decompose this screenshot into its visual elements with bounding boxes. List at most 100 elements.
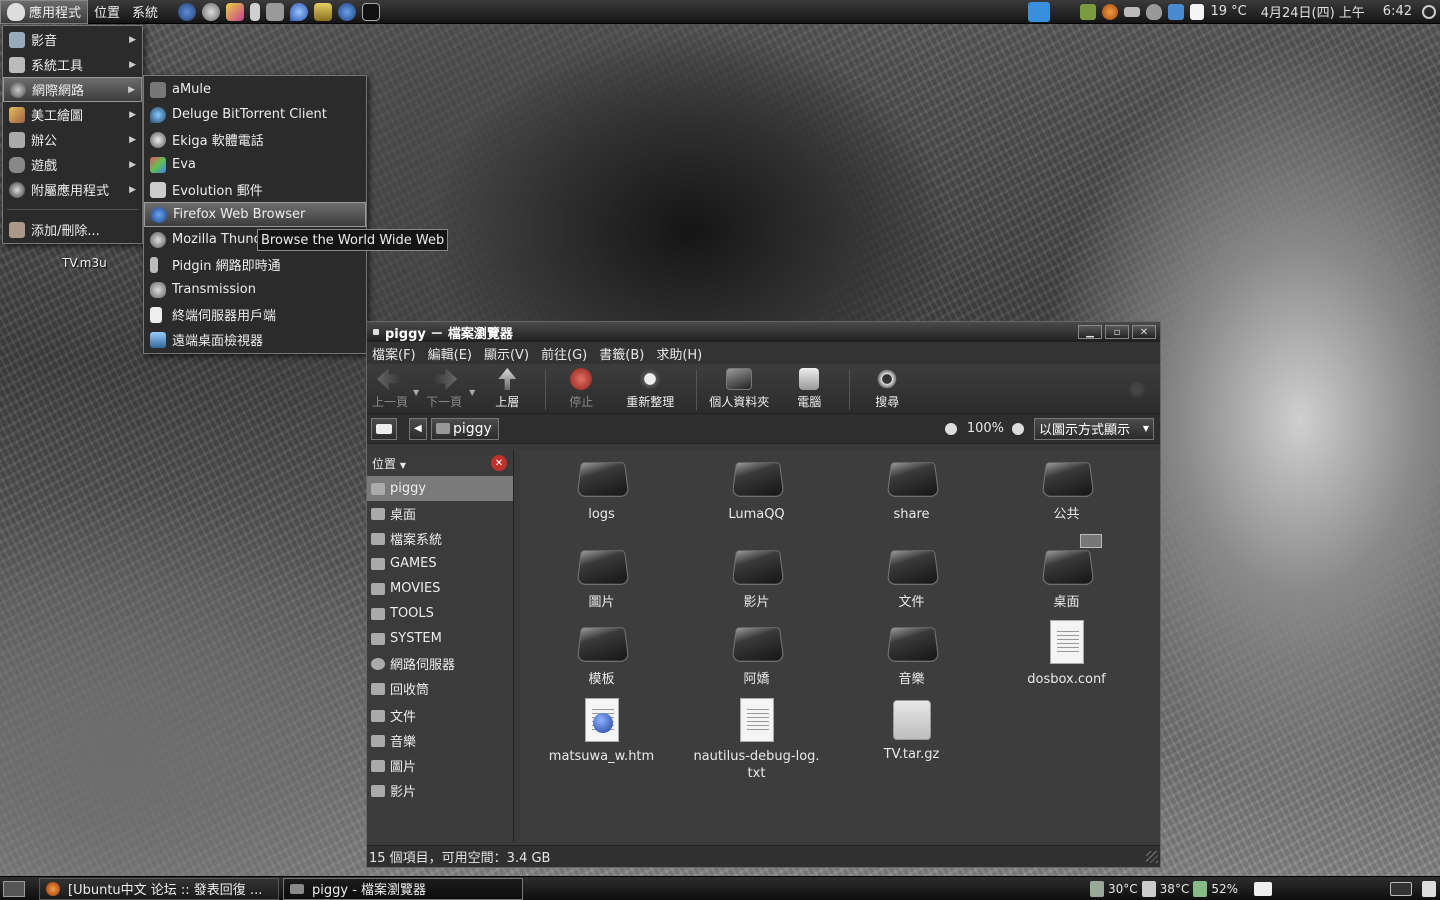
zoom-out-icon[interactable] [944,422,957,435]
forward-button[interactable]: 下一頁 [419,368,469,410]
menu-item-firefox[interactable]: Firefox Web Browser [144,202,366,227]
computer-button[interactable]: 電腦 [775,368,843,410]
menu-item-terminal-server-client[interactable]: 終端伺服器用戶端 [144,302,366,327]
help-icon[interactable] [338,2,357,21]
notes-icon[interactable] [250,2,261,21]
up-button[interactable]: 上層 [475,368,539,410]
file-item[interactable]: dosbox.conf [989,620,1144,688]
file-item[interactable]: 公共 [989,458,1144,523]
water-drop-icon[interactable] [290,2,309,21]
location-toggle-button[interactable] [371,417,397,440]
system-menu[interactable]: 系統 [126,0,164,24]
sidebar-item-filesystem[interactable]: 檔案系統 [367,526,513,551]
path-scroll-left-button[interactable]: ◀ [409,417,427,440]
menu-item-graphics[interactable]: 美工繪圖 ▶ [3,102,142,127]
search-button[interactable]: 搜尋 [856,368,918,410]
pidgin-icon[interactable] [226,2,245,21]
stop-button[interactable]: 停止 [552,368,610,410]
file-item[interactable]: 圖片 [524,546,679,611]
menu-edit[interactable]: 編輯(E) [428,344,472,363]
path-button-piggy[interactable]: piggy [431,417,499,440]
sidebar-item-trash[interactable]: 回收筒 [367,676,513,701]
sidebar-item-pictures[interactable]: 圖片 [367,753,513,778]
weather-icon[interactable] [1190,3,1205,20]
clock-date[interactable]: 4月24日(四) 上午 [1261,2,1365,21]
close-icon[interactable]: ✕ [491,455,507,471]
battery-level[interactable]: 52% [1211,882,1238,896]
menu-item-office[interactable]: 辦公 ▶ [3,127,142,152]
disk-icon[interactable] [202,2,221,21]
disk-temperature[interactable]: 38°C [1160,882,1190,896]
file-item[interactable]: matsuwa_w.htm [524,698,679,765]
menu-item-eva[interactable]: Eva [144,152,366,177]
applications-menu[interactable]: 應用程式 [0,0,89,24]
sidebar-item-documents[interactable]: 文件 [367,703,513,728]
sidebar-item-games[interactable]: GAMES [367,551,513,576]
trash-icon[interactable] [1422,880,1436,897]
menu-file[interactable]: 檔案(F) [372,344,416,363]
shield-icon[interactable] [1146,3,1163,20]
power-icon[interactable] [1422,4,1436,19]
clock-time[interactable]: 6:42 [1383,4,1412,19]
menu-item-multimedia[interactable]: 影音 ▶ [3,27,142,52]
browser-icon[interactable] [178,2,197,21]
menu-item-pidgin[interactable]: Pidgin 網路即時通 [144,252,366,277]
file-item[interactable]: 阿嬌 [679,623,834,688]
file-item[interactable]: share [834,458,989,523]
cpu-icon[interactable] [1090,880,1105,897]
sidebar-item-network[interactable]: 網路伺服器 [367,651,513,676]
file-item[interactable]: logs [524,458,679,523]
menu-item-system-tools[interactable]: 系統工具 ▶ [3,52,142,77]
desktop-icon-label[interactable]: TV.m3u [62,256,107,270]
sidebar-item-piggy[interactable]: piggy [367,476,513,501]
taskbar-button-file-manager[interactable]: piggy - 檔案瀏覽器 [283,877,523,900]
menu-help[interactable]: 求助(H) [656,344,702,363]
sidebar-item-videos[interactable]: 影片 [367,778,513,803]
menu-item-transmission[interactable]: Transmission [144,277,366,302]
taskbar-button-firefox[interactable]: [Ubuntu中文 论坛 :: 發表回復 ... [39,877,279,900]
home-button[interactable]: 個人資料夾 [703,368,775,410]
menu-item-deluge[interactable]: Deluge BitTorrent Client [144,102,366,127]
sidebar-item-movies[interactable]: MOVIES [367,576,513,601]
network-monitor-icon[interactable] [1028,1,1051,22]
sidebar-item-music[interactable]: 音樂 [367,728,513,753]
menu-go[interactable]: 前往(G) [541,344,587,363]
update-icon[interactable] [1080,3,1097,20]
places-menu[interactable]: 位置 [88,0,126,24]
workspace-switcher-icon[interactable] [1254,881,1272,896]
close-button[interactable]: ✕ [1132,325,1156,339]
sidebar-item-desktop[interactable]: 桌面 [367,501,513,526]
back-button[interactable]: 上一頁 [367,368,413,410]
menu-item-ekiga[interactable]: Ekiga 軟體電話 [144,127,366,152]
file-item[interactable]: 桌面 [989,534,1144,611]
file-item[interactable]: TV.tar.gz [834,700,989,763]
menu-item-remote-desktop[interactable]: 遠端桌面檢視器 [144,327,366,352]
window-titlebar[interactable]: piggy － 檔案瀏覽器 ▁ ▫ ✕ [367,322,1160,342]
show-desktop-icon[interactable] [3,880,25,897]
menu-item-evolution[interactable]: Evolution 郵件 [144,177,366,202]
file-item[interactable]: 音樂 [834,623,989,688]
view-mode-select[interactable]: 以圖示方式顯示 ▼ [1034,417,1154,440]
sidebar-type-select[interactable]: 位置 ▼ [372,455,406,472]
reload-button[interactable]: 重新整理 [610,368,690,410]
drive-icon[interactable] [1124,6,1141,17]
harddisk-icon[interactable] [1141,880,1156,897]
battery-icon[interactable] [1193,880,1208,897]
weather-temperature[interactable]: 19 °C [1210,4,1246,19]
file-item[interactable]: 影片 [679,546,834,611]
menu-item-accessories[interactable]: 附屬應用程式 ▶ [3,177,142,202]
book-icon[interactable] [314,2,333,21]
menu-item-add-remove[interactable]: 添加/刪除... [3,217,142,242]
window-menu-icon[interactable] [373,329,379,335]
sidebar-item-tools[interactable]: TOOLS [367,601,513,626]
firefox-icon[interactable] [1102,3,1119,20]
resize-grip-icon[interactable] [1146,850,1158,863]
file-item[interactable]: LumaQQ [679,458,834,523]
menu-item-internet[interactable]: 網際網路 ▶ [3,77,142,102]
zoom-level[interactable]: 100% [967,421,1004,436]
zoom-in-icon[interactable] [1012,422,1024,435]
cpu-temperature[interactable]: 30°C [1108,882,1138,896]
maximize-button[interactable]: ▫ [1105,325,1129,339]
network-icon[interactable] [1168,3,1185,20]
menu-item-games[interactable]: 遊戲 ▶ [3,152,142,177]
